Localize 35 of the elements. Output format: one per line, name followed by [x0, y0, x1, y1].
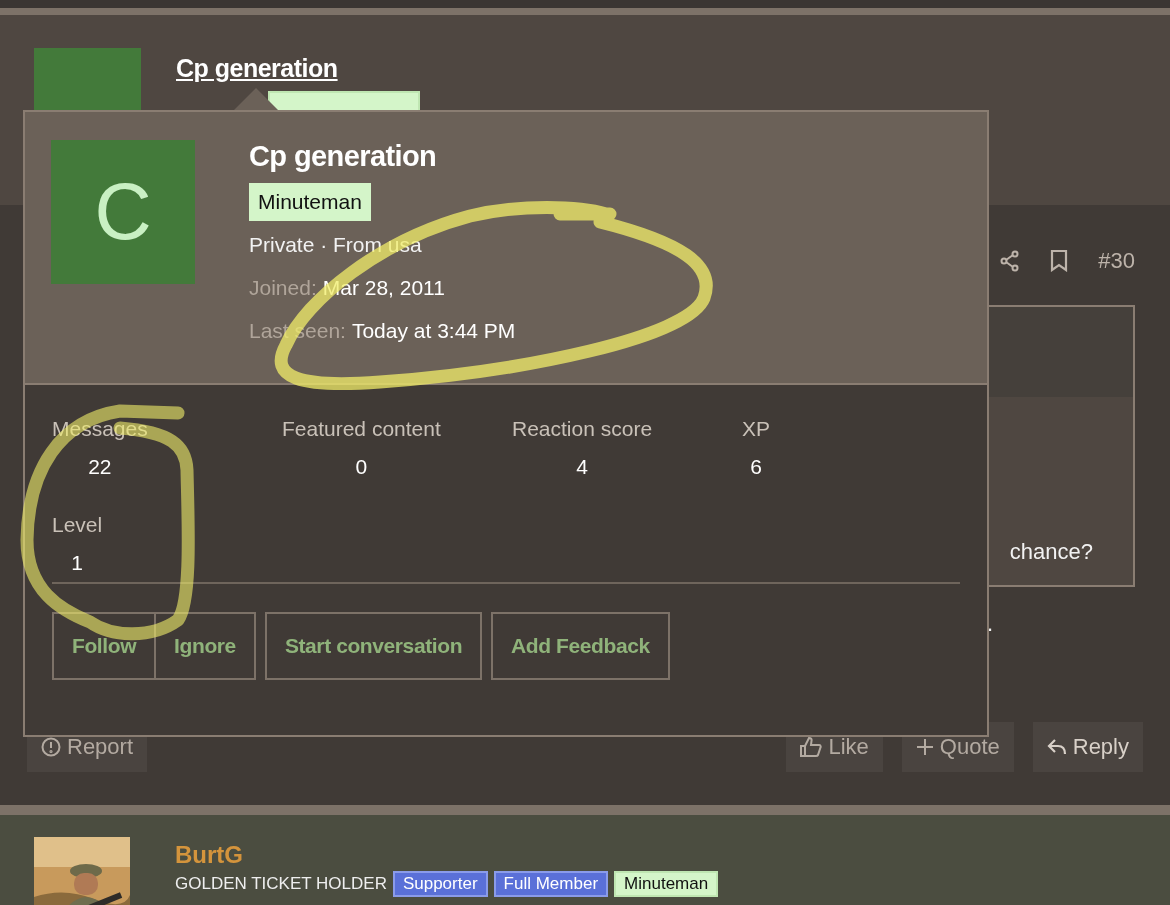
quote-text: chance? — [1009, 539, 1093, 565]
user-banner: Full Member — [493, 871, 609, 897]
user-banner: Minuteman — [614, 871, 719, 897]
detail-value: Today at 3:44 PM — [351, 319, 516, 343]
user-avatar[interactable]: C — [51, 140, 195, 284]
author-link[interactable]: BurtG — [175, 841, 719, 869]
member-action-button[interactable]: Start conversation — [266, 614, 481, 678]
bookmark-icon[interactable] — [1050, 250, 1069, 272]
alert-circle-icon — [41, 737, 61, 757]
member-name: Cp generation — [249, 140, 437, 173]
stat-label: Level — [52, 512, 103, 537]
stat-value: 22 — [88, 455, 112, 479]
member-action-button[interactable]: Follow — [54, 614, 155, 678]
user-banner: Minuteman — [249, 183, 371, 221]
post-action-button[interactable]: Reply — [1032, 722, 1143, 772]
share-icon[interactable] — [1000, 250, 1021, 272]
reply-arrow-icon — [1046, 738, 1067, 756]
detail-value: Mar 28, 2011 — [322, 276, 445, 300]
author-link[interactable]: Cp generation — [176, 54, 420, 83]
member-action-button[interactable]: Add Feedback — [493, 614, 668, 678]
thumbs-up-icon — [800, 737, 823, 757]
stat-value: 1 — [71, 550, 83, 575]
post-number-link[interactable]: #30 — [1098, 248, 1135, 274]
stat-value: 0 — [355, 455, 368, 479]
member-action-button[interactable]: Ignore — [154, 614, 254, 678]
stat-label: XP — [742, 417, 770, 441]
post-text: . — [986, 611, 993, 638]
user-banner: Supporter — [392, 871, 488, 897]
stat-value: 4 — [576, 455, 588, 479]
detail-label: Joined: — [249, 276, 317, 300]
user-title: GOLDEN TICKET HOLDER — [175, 874, 387, 894]
plus-icon — [915, 738, 934, 756]
stat-label: Reaction score — [512, 417, 653, 441]
stat-label: Featured content — [282, 417, 441, 441]
stat-value: 6 — [750, 455, 762, 479]
